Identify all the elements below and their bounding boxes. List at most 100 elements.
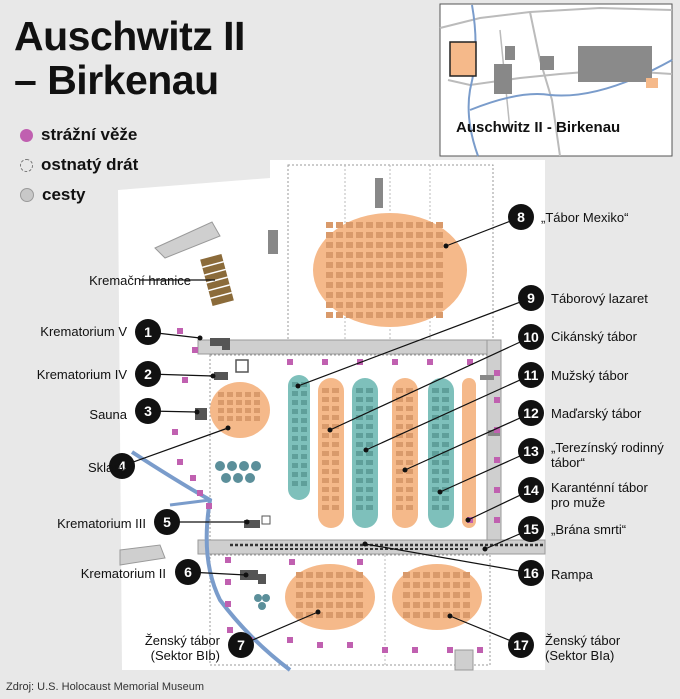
marker-number: 9 — [527, 290, 535, 306]
tower-icon — [177, 459, 183, 465]
barrack — [322, 460, 329, 465]
barrack — [442, 505, 449, 510]
barrack — [346, 582, 353, 588]
barrack — [301, 418, 307, 423]
barrack — [296, 572, 303, 578]
barrack — [366, 272, 373, 278]
barrack — [322, 478, 329, 483]
marker-number: 13 — [523, 443, 539, 459]
barrack — [356, 582, 363, 588]
barrack — [322, 496, 329, 501]
barrack — [336, 612, 343, 618]
barrack — [227, 392, 233, 397]
target-dot — [437, 489, 443, 495]
barrack — [326, 282, 333, 288]
barrack — [442, 433, 449, 438]
label-6: Krematorium II — [80, 566, 166, 581]
barrack — [403, 602, 410, 608]
barrack — [436, 282, 443, 288]
barrack — [416, 222, 423, 228]
barrack — [245, 392, 251, 397]
barrack — [326, 602, 333, 608]
marker-10: 10 — [518, 324, 544, 350]
barrack — [416, 312, 423, 318]
barrack — [376, 272, 383, 278]
barrack — [301, 400, 307, 405]
marker-number: 16 — [523, 565, 539, 581]
barrack — [453, 582, 460, 588]
marker-number: 15 — [523, 521, 539, 537]
barrack — [336, 262, 343, 268]
marker-number: 2 — [144, 366, 152, 382]
barrack — [416, 282, 423, 288]
marker-1: 1 — [135, 319, 161, 345]
marker-11: 11 — [518, 362, 544, 388]
label-14: Karanténní tábor pro muže — [551, 480, 648, 510]
tower-icon — [225, 579, 231, 585]
men-camp — [352, 378, 378, 528]
barrack — [366, 496, 373, 501]
barrack — [396, 388, 403, 393]
barrack — [356, 272, 363, 278]
barrack — [301, 436, 307, 441]
barrack — [316, 602, 323, 608]
marker-12: 12 — [518, 400, 544, 426]
barrack — [386, 312, 393, 318]
barrack — [356, 397, 363, 402]
barrack — [426, 302, 433, 308]
tower-icon — [357, 559, 363, 565]
barrack — [406, 433, 413, 438]
tower-icon — [322, 359, 328, 365]
barrack — [366, 222, 373, 228]
barrack — [326, 572, 333, 578]
tower-icon — [382, 647, 388, 653]
barrack — [322, 433, 329, 438]
barrack — [336, 312, 343, 318]
label-8: „Tábor Mexiko“ — [541, 210, 629, 225]
barrack — [332, 460, 339, 465]
barrack — [336, 232, 343, 238]
barrack — [396, 505, 403, 510]
barrack — [406, 496, 413, 501]
barrack — [436, 232, 443, 238]
barrack — [406, 282, 413, 288]
target-dot — [363, 447, 369, 453]
barrack — [386, 262, 393, 268]
barrack — [346, 302, 353, 308]
label-13: „Terezínský rodinný tábor“ — [551, 440, 664, 470]
tower-icon — [172, 429, 178, 435]
marker-8: 8 — [508, 204, 534, 230]
tower-icon — [392, 359, 398, 365]
barrack — [322, 424, 329, 429]
barrack — [432, 496, 439, 501]
barrack — [376, 232, 383, 238]
barrack — [292, 427, 298, 432]
marker-14: 14 — [518, 477, 544, 503]
barrack — [366, 460, 373, 465]
barrack — [346, 602, 353, 608]
barrack — [336, 572, 343, 578]
barrack — [406, 312, 413, 318]
barrack — [396, 222, 403, 228]
tower-icon — [182, 377, 188, 383]
barrack — [356, 469, 363, 474]
barrack — [436, 222, 443, 228]
tower-icon — [227, 627, 233, 633]
barrack — [396, 415, 403, 420]
barrack — [292, 409, 298, 414]
barrack — [326, 232, 333, 238]
barrack — [322, 487, 329, 492]
barrack — [346, 282, 353, 288]
barrack — [406, 272, 413, 278]
barrack — [336, 292, 343, 298]
barrack — [322, 469, 329, 474]
barrack — [386, 272, 393, 278]
barrack — [413, 602, 420, 608]
barrack — [292, 481, 298, 486]
barrack — [396, 451, 403, 456]
barrack — [442, 406, 449, 411]
barrack — [433, 592, 440, 598]
barrack — [292, 436, 298, 441]
barrack — [245, 408, 251, 413]
barrack — [332, 487, 339, 492]
